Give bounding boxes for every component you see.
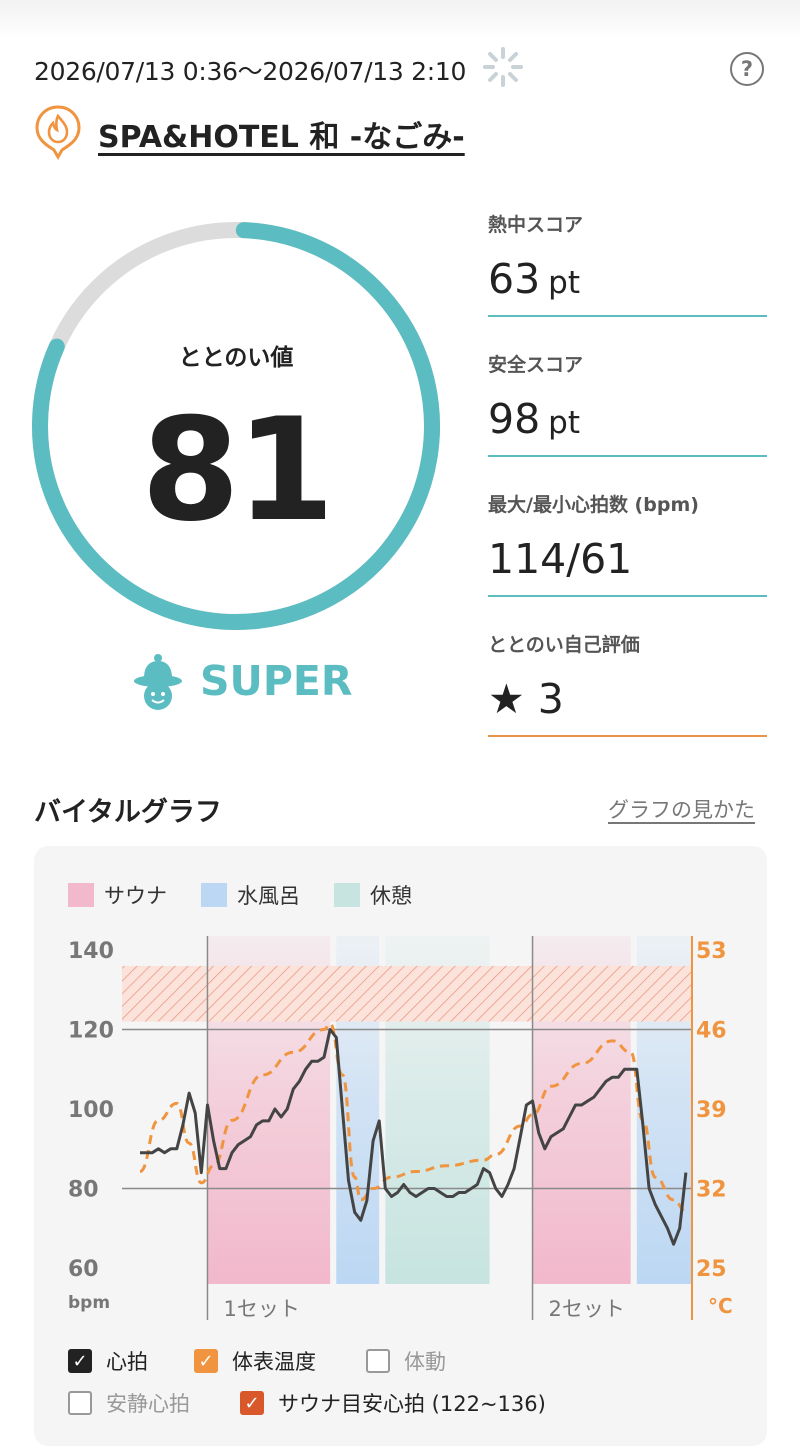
safety-score: 安全スコア 98 pt <box>488 350 767 457</box>
checkbox[interactable] <box>68 1391 92 1415</box>
rating-value: ★ 3 <box>488 675 564 723</box>
stat-label: 安全スコア <box>488 354 584 376</box>
y-right-tick-label: 46 <box>696 1019 727 1044</box>
legend-swatch <box>68 883 94 907</box>
top-shade <box>0 0 800 40</box>
vital-chart: 140 120 100 80 60 53 46 39 32 25 1セット 2セット bpm °C <box>68 936 733 1321</box>
checkbox[interactable]: ✓ <box>240 1391 264 1415</box>
y-right-tick-label: 53 <box>696 939 727 964</box>
stat-unit: pt <box>548 405 581 441</box>
toggle-sauna-target-heart-rate[interactable]: ✓ サウナ目安心拍 (122~136) <box>240 1388 546 1418</box>
graph-help-link[interactable]: グラフの見かた <box>608 794 755 824</box>
stat-unit: pt <box>548 265 581 301</box>
y-left-unit: bpm <box>68 1293 110 1313</box>
y-left-tick-label: 80 <box>68 1178 99 1203</box>
totonoi-level: SUPER <box>200 657 353 705</box>
toggle-label: 安静心拍 <box>106 1392 190 1416</box>
sauna-hat-icon <box>134 654 182 710</box>
divider <box>488 735 767 737</box>
legend-label: 休憩 <box>370 884 412 908</box>
legend-sauna: サウナ <box>68 880 167 910</box>
totonoi-value: 81 <box>141 388 335 553</box>
y-left-tick-label: 120 <box>68 1019 114 1044</box>
divider <box>488 455 767 457</box>
help-icon[interactable]: ? <box>730 52 764 86</box>
stat-label: 最大/最小心拍数 (bpm) <box>488 494 699 516</box>
y-right-unit: °C <box>708 1294 733 1318</box>
stat-label: ととのい自己評価 <box>488 634 640 656</box>
legend-cold-bath: 水風呂 <box>201 880 300 910</box>
stat-number: 98 <box>488 395 541 443</box>
toggle-label: 体動 <box>404 1350 446 1374</box>
x-set-label: 2セット <box>549 1297 625 1321</box>
session-datetime: 2026/07/13 0:36～2026/07/13 2:10 <box>34 57 467 86</box>
y-left-tick-label: 140 <box>68 939 114 964</box>
toggle-label: 心拍 <box>106 1350 148 1374</box>
toggle-skin-temperature[interactable]: ✓ 体表温度 <box>194 1346 316 1376</box>
facility-name-link[interactable]: SPA&HOTEL 和 -なごみ- <box>98 112 465 156</box>
sauna-facility-icon <box>35 105 81 160</box>
legend-label: 水風呂 <box>237 884 300 908</box>
toggle-body-motion[interactable]: 体動 <box>366 1346 446 1376</box>
legend-rest: 休憩 <box>334 880 412 910</box>
stat-number: 114/61 <box>488 535 633 583</box>
phase-legend: サウナ 水風呂 休憩 <box>68 880 412 910</box>
checkbox[interactable]: ✓ <box>68 1349 92 1373</box>
stat-value: 98 pt <box>488 395 767 443</box>
checkbox[interactable] <box>366 1349 390 1373</box>
divider <box>488 315 767 317</box>
heat-score: 熱中スコア 63 pt <box>488 210 767 317</box>
toggle-label: 体表温度 <box>232 1350 316 1374</box>
y-left-tick-label: 60 <box>68 1257 99 1282</box>
stat-label: 熱中スコア <box>488 214 584 236</box>
toggle-heart-rate[interactable]: ✓ 心拍 <box>68 1346 148 1376</box>
stat-value: 63 pt <box>488 255 767 303</box>
y-right-tick-label: 39 <box>696 1098 727 1123</box>
self-rating: ととのい自己評価 ★ 3 <box>488 630 767 737</box>
stat-number: 63 <box>488 255 541 303</box>
x-set-label: 1セット <box>223 1297 299 1321</box>
loading-spinner-icon <box>483 47 523 87</box>
checkbox[interactable]: ✓ <box>194 1349 218 1373</box>
legend-swatch <box>201 883 227 907</box>
legend-label: サウナ <box>104 884 167 908</box>
vital-graph-title: バイタルグラフ <box>34 797 222 828</box>
heart-rate-range: 最大/最小心拍数 (bpm) 114/61 <box>488 490 767 597</box>
toggle-resting-heart-rate[interactable]: 安静心拍 <box>68 1388 190 1418</box>
stat-value: ★ 3 <box>488 675 767 723</box>
divider <box>488 595 767 597</box>
y-left-tick-label: 100 <box>68 1098 114 1123</box>
toggle-label: サウナ目安心拍 (122~136) <box>278 1392 546 1416</box>
stat-value: 114/61 <box>488 535 767 583</box>
totonoi-label: ととのい値 <box>178 345 294 371</box>
legend-swatch <box>334 883 360 907</box>
y-right-tick-label: 25 <box>696 1257 727 1282</box>
y-right-tick-label: 32 <box>696 1178 727 1203</box>
